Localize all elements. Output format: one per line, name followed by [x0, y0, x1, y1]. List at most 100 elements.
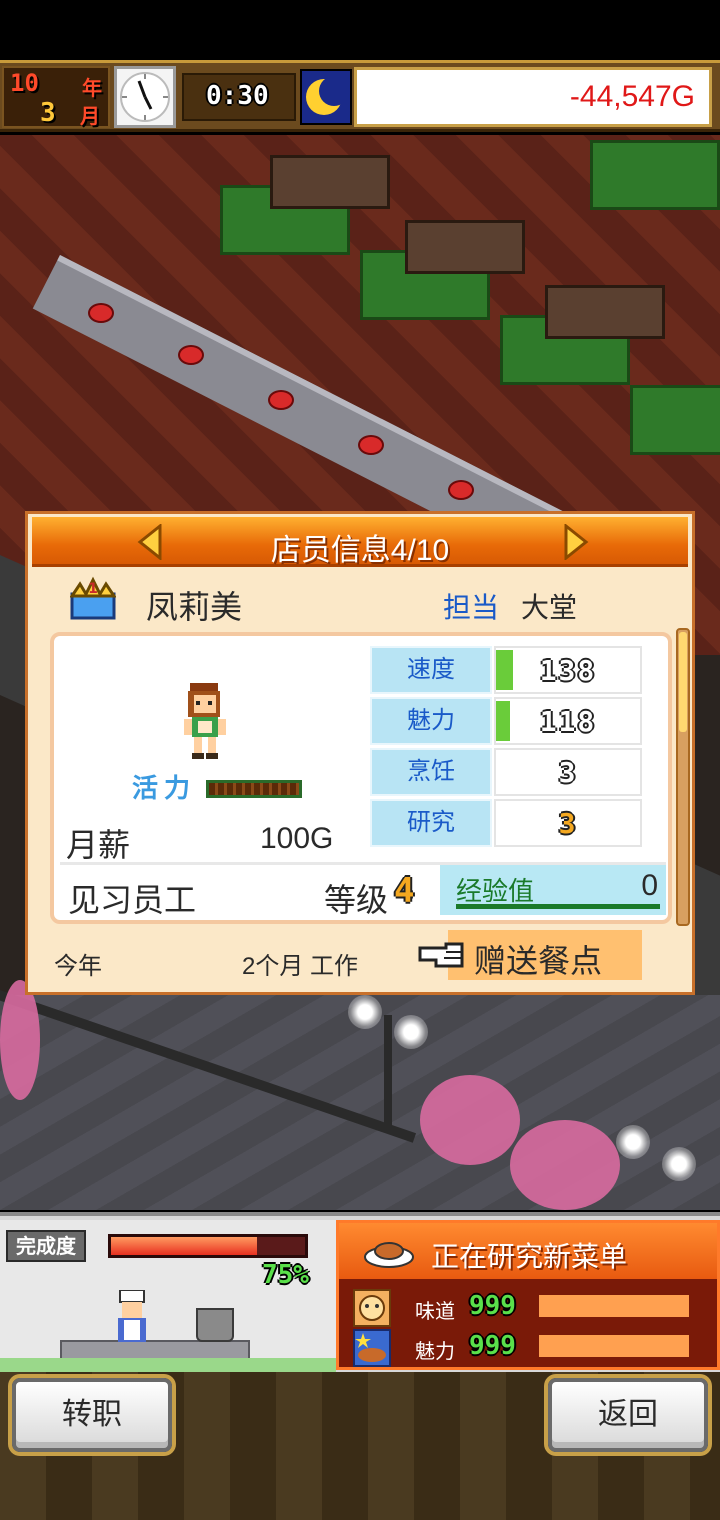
kitchen-view: 完成度 75% — [0, 1220, 336, 1372]
dish-icon — [363, 1233, 415, 1269]
rank-badge-icon: 1 — [69, 576, 117, 622]
dining-table — [270, 155, 390, 209]
cherry-tree — [420, 1075, 520, 1165]
stat-value-cell: 138 — [494, 646, 642, 694]
calendar-date: 10 年 3 月 — [2, 66, 110, 128]
stat-value-cell: 3 — [494, 748, 642, 796]
charm-bar-fill — [539, 1335, 689, 1357]
menu-research-box: 正在研究新菜单 味道 999 魅力 999 — [336, 1220, 720, 1370]
assignment-value: 大堂 — [521, 592, 578, 623]
stool — [358, 435, 384, 455]
lamp-light — [394, 1015, 428, 1049]
dining-table — [545, 285, 665, 339]
stool — [88, 303, 114, 323]
money-display: -44,547G — [354, 67, 712, 127]
exp-value: 0 — [641, 869, 658, 902]
stat-row-speed: 速度 138 — [370, 646, 646, 694]
taste-bar — [539, 1295, 689, 1317]
dialog-header: 店员信息4/10 — [32, 517, 688, 567]
scrollbar[interactable] — [676, 628, 690, 926]
scroll-thumb[interactable] — [679, 632, 687, 732]
rank-name: 见习员工 — [68, 882, 197, 918]
year-unit: 年 — [82, 76, 102, 100]
stat-row-charm: 魅力 118 — [370, 697, 646, 745]
month-number: 3 — [40, 98, 56, 128]
completion-label: 完成度 — [6, 1230, 86, 1262]
footer-bar: 转职 返回 — [0, 1372, 720, 1520]
charm-value: 999 — [469, 1331, 516, 1361]
stat-name: 烹饪 — [370, 748, 492, 796]
stat-value-cell: 118 — [494, 697, 642, 745]
arrow-right-icon[interactable] — [562, 522, 590, 562]
staff-name: 凤莉美 — [146, 589, 243, 625]
stat-name: 速度 — [370, 646, 492, 694]
change-job-button[interactable]: 转职 — [12, 1378, 172, 1452]
staff-sprite — [174, 681, 234, 763]
rank-row: 见习员工 等级 4 经验值 0 — [60, 862, 666, 918]
lamp-light — [616, 1125, 650, 1159]
staff-info-dialog: 店员信息4/10 1 凤莉美 担当 大堂 活力 月薪 100G 速度 138 魅… — [25, 511, 695, 995]
exp-label: 经验值 — [456, 876, 535, 906]
salary-value: 100G — [260, 822, 334, 855]
stat-value: 138 — [539, 654, 597, 687]
year-number: 10 — [10, 69, 39, 97]
staff-detail-panel: 活力 月薪 100G 速度 138 魅力 118 烹饪 3 研究 3 见习员工 … — [50, 632, 672, 924]
completion-fill — [111, 1237, 257, 1255]
cherry-tree — [510, 1120, 620, 1210]
charm-bar — [539, 1335, 689, 1357]
research-panel: 完成度 75% 正在研究新菜单 味道 999 魅力 999 — [0, 1212, 720, 1372]
dining-table — [405, 220, 525, 274]
booth-seat — [630, 385, 720, 455]
level-label: 等级 — [324, 882, 389, 918]
time-display: 0:30 — [182, 73, 296, 121]
charm-row: 魅力 999 — [351, 1329, 715, 1369]
back-button[interactable]: 返回 — [548, 1378, 708, 1452]
booth-seat — [590, 140, 720, 210]
charm-icon — [353, 1329, 391, 1367]
taste-label: 味道 — [415, 1301, 455, 1323]
kitchen-floor — [0, 1358, 336, 1372]
vigor-label: 活力 — [132, 774, 197, 804]
stool — [268, 390, 294, 410]
exp-bar — [456, 904, 660, 909]
stat-value: 3 — [558, 756, 578, 789]
stool — [448, 480, 474, 500]
assignment-label: 担当 — [443, 592, 500, 623]
svg-text:1: 1 — [88, 581, 98, 597]
vigor-bar — [206, 780, 302, 798]
chef-sprite — [110, 1289, 154, 1350]
salary-label: 月薪 — [66, 827, 131, 863]
stat-value-cell: 3 — [494, 799, 642, 847]
work-period-label: 今年 — [54, 953, 102, 980]
clock-icon — [114, 66, 176, 128]
money-text: -44,547G — [569, 80, 695, 113]
taste-row: 味道 999 — [351, 1289, 715, 1329]
charm-label: 魅力 — [415, 1341, 455, 1363]
taste-icon — [353, 1289, 391, 1327]
stool — [178, 345, 204, 365]
stat-row-cooking: 烹饪 3 — [370, 748, 646, 796]
status-bar: 10 年 3 月 0:30 -44,547G — [0, 60, 720, 132]
cherry-tree — [0, 980, 40, 1100]
moon-icon — [300, 69, 352, 125]
taste-value: 999 — [469, 1291, 516, 1321]
stove — [60, 1340, 250, 1360]
completion-bar — [108, 1234, 308, 1258]
taste-bar-fill — [539, 1295, 689, 1317]
stat-name: 研究 — [370, 799, 492, 847]
pointing-hand-icon — [416, 940, 470, 970]
completion-percent: 75% — [262, 1260, 309, 1290]
stat-name: 魅力 — [370, 697, 492, 745]
stat-value: 3 — [558, 807, 578, 840]
street-lamp — [384, 1015, 392, 1125]
level-value: 4 — [394, 871, 415, 911]
lamp-light — [662, 1147, 696, 1181]
stat-value: 118 — [539, 705, 597, 738]
gift-meal-button[interactable]: 赠送餐点 — [416, 930, 642, 980]
time-text: 0:30 — [206, 81, 269, 111]
gift-button-label: 赠送餐点 — [474, 943, 603, 979]
work-duration: 2个月 工作 — [242, 953, 359, 980]
month-unit: 月 — [80, 104, 100, 128]
exp-box: 经验值 0 — [440, 865, 666, 915]
research-header: 正在研究新菜单 — [339, 1223, 717, 1279]
